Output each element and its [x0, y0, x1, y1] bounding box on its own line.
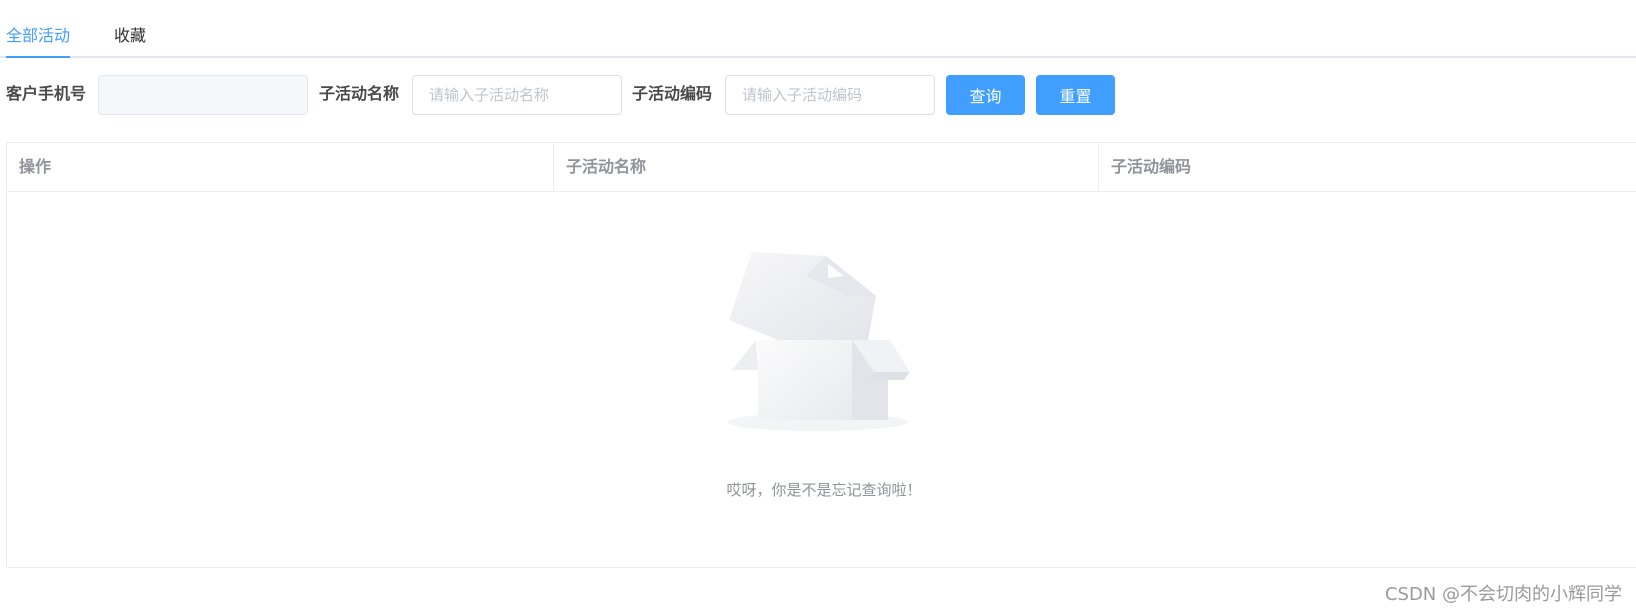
- column-header-actions: 操作: [7, 143, 554, 191]
- phone-input[interactable]: [98, 75, 308, 115]
- empty-state-text: 哎呀，你是不是忘记查询啦！: [726, 481, 922, 499]
- sub-activity-code-label: 子活动编码: [632, 84, 713, 103]
- tab-favorites[interactable]: 收藏: [114, 26, 146, 46]
- empty-box-icon: [728, 252, 910, 431]
- sub-activity-name-input[interactable]: [412, 75, 622, 115]
- table-header: 操作 子活动名称 子活动编码: [7, 143, 1636, 192]
- column-header-sub-activity-code: 子活动编码: [1111, 157, 1192, 176]
- column-header-sub-activity-name: 子活动名称: [554, 143, 1099, 191]
- watermark: CSDN @不会切肉的小辉同学: [1384, 584, 1622, 605]
- page: 全部活动 收藏 客户手机号 子活动名称 子活动编码 查询 重置 操作 子活动名称…: [0, 0, 1636, 612]
- query-button[interactable]: 查询: [946, 75, 1025, 115]
- phone-label: 客户手机号: [6, 84, 87, 103]
- tab-bar: 全部活动 收藏: [0, 0, 1636, 58]
- tab-active-indicator: [6, 56, 70, 58]
- sub-activity-code-input[interactable]: [725, 75, 935, 115]
- sub-activity-name-label: 子活动名称: [319, 84, 400, 103]
- tab-all-activities[interactable]: 全部活动: [6, 26, 70, 46]
- reset-button[interactable]: 重置: [1036, 75, 1115, 115]
